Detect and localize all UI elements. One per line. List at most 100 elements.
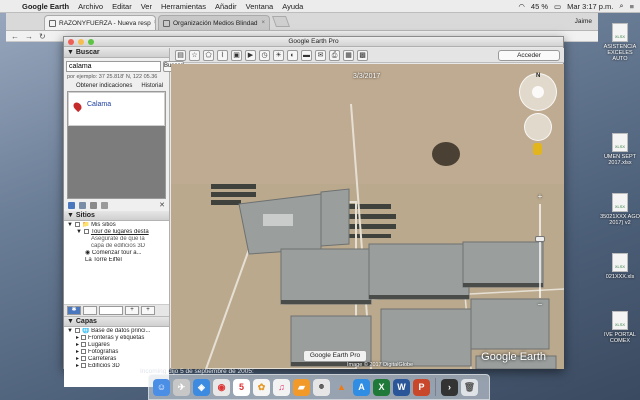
launchpad-icon[interactable]: ✈ — [173, 378, 190, 396]
browser-tab-razonyfuerza[interactable]: RAZONYFUERZA - Nueva resp × — [44, 15, 156, 30]
menu-herramientas[interactable]: Herramientas — [161, 2, 206, 11]
ge-toolbar: ▤ ☆ ⬠ ⌇ ▣ ▶ ◷ ☀ ◐ ▬ ✉ ⎙ ▦ ▩ Acceder — [171, 48, 564, 63]
layers-panel-header[interactable]: ▼ Capas — [64, 317, 169, 327]
tree-item-tour[interactable]: ▼ Tour de lugares desta — [67, 229, 166, 236]
zoom-in-icon[interactable]: + — [535, 192, 545, 202]
back-arrow-icon[interactable]: ← — [11, 32, 19, 41]
books-icon[interactable]: ▰ — [293, 378, 310, 396]
zoom-thumb[interactable] — [535, 236, 545, 242]
copy-icon[interactable] — [79, 201, 86, 209]
layer-places[interactable]: ▸ Lugares — [67, 342, 166, 349]
google-earth-pro-icon[interactable]: ◍ — [313, 378, 330, 396]
browser-tab-organizacion[interactable]: Organización Medios Blindad × — [158, 15, 270, 30]
get-directions-link[interactable]: Obtener indicaciones — [76, 83, 132, 89]
clear-results-icon[interactable]: ✕ — [159, 201, 165, 209]
tree-item-eiffel[interactable]: La Torre Eiffel — [67, 257, 166, 262]
desktop-file[interactable]: XLSX UMEN SEPT 2017.xlsx — [600, 133, 640, 166]
move-down-icon[interactable]: + — [141, 306, 155, 315]
photos-icon[interactable]: ✿ — [253, 378, 270, 396]
map-view[interactable]: 3/3/2017 Image © 2017 DigitalGlobe Googl… — [171, 64, 564, 369]
places-search-input[interactable] — [99, 306, 123, 315]
zoom-slider[interactable]: + − — [535, 192, 545, 310]
powerpoint-icon[interactable]: P — [413, 378, 430, 396]
itunes-icon[interactable]: ♫ — [273, 378, 290, 396]
save-image-icon[interactable]: ▦ — [343, 49, 354, 61]
excel-icon[interactable]: X — [373, 378, 390, 396]
browser-profile-name[interactable]: Jaime — [575, 18, 592, 25]
search-result-label[interactable]: Calama — [87, 101, 111, 108]
roof-detail — [263, 214, 293, 226]
add-placemark-icon[interactable]: ☆ — [189, 49, 200, 61]
zoom-track[interactable] — [539, 204, 541, 298]
folder-icon[interactable] — [68, 201, 75, 209]
print-results-icon[interactable] — [90, 201, 97, 209]
forward-arrow-icon[interactable]: → — [25, 32, 33, 41]
look-joystick[interactable]: N — [519, 73, 557, 111]
layer-primary-db[interactable]: ▼ 🌐 Base de datos princi... — [67, 328, 166, 335]
layer-borders[interactable]: ▸ Fronteras y etiquetas — [67, 335, 166, 342]
layer-photos[interactable]: ▸ Fotografías — [67, 349, 166, 356]
menu-anadir[interactable]: Añadir — [215, 2, 237, 11]
sidebar-toggle-icon[interactable]: ▤ — [175, 49, 186, 61]
search-input[interactable] — [66, 61, 161, 72]
view-in-maps-icon[interactable]: ▩ — [357, 49, 368, 61]
places-panel-header[interactable]: ▼ Sitios — [64, 211, 169, 221]
wifi-icon[interactable]: ◠ — [518, 2, 525, 11]
desktop-file[interactable]: XLSX 35021XXX AGO 2017) v2 — [600, 193, 640, 226]
trash-icon[interactable]: 🗑 — [461, 378, 478, 396]
eye-icon[interactable] — [532, 86, 544, 98]
spotlight-icon[interactable]: ⌕ — [619, 1, 623, 11]
export-icon[interactable] — [101, 201, 108, 209]
record-tour-icon[interactable]: ▶ — [245, 49, 256, 61]
finder-icon[interactable]: ☺ — [153, 378, 170, 396]
battery-level[interactable]: 45 % — [531, 2, 548, 11]
search-result-item[interactable]: Calama — [68, 92, 165, 126]
history-link[interactable]: Historial — [141, 83, 163, 89]
desktop-file[interactable]: XLSX IVE PORTAL COMEX — [600, 311, 640, 344]
chrome-icon[interactable]: ◉ — [213, 378, 230, 396]
menubar-clock[interactable]: Mar 3:17 p.m. — [567, 2, 613, 11]
menu-editar[interactable]: Editar — [112, 2, 132, 11]
safari-icon[interactable]: ◈ — [193, 378, 210, 396]
tree-item-my-places[interactable]: ▼ 📁 Mis sitios — [67, 222, 166, 229]
add-overlay-icon[interactable]: ▣ — [231, 49, 242, 61]
menu-ayuda[interactable]: Ayuda — [282, 2, 303, 11]
notification-center-icon[interactable]: ≡ — [630, 2, 634, 11]
menu-archivo[interactable]: Archivo — [78, 2, 103, 11]
move-up-icon[interactable]: + — [125, 306, 139, 315]
desktop-file[interactable]: XLSX ASISTENCIA EXCELES AUTO — [600, 23, 640, 62]
xlsx-file-icon: XLSX — [612, 253, 628, 272]
word-icon[interactable]: W — [393, 378, 410, 396]
terminal-icon[interactable]: › — [441, 378, 458, 396]
menubar-app-name[interactable]: Google Earth — [22, 2, 69, 11]
sunlight-icon[interactable]: ☀ — [273, 49, 284, 61]
ruler-icon[interactable]: ▬ — [301, 49, 312, 61]
layer-toggle-icon[interactable] — [83, 306, 97, 315]
layer-roads[interactable]: ▸ Carreteras — [67, 356, 166, 363]
email-icon[interactable]: ✉ — [315, 49, 326, 61]
view-toggle-icon[interactable]: ✱ — [67, 306, 81, 315]
close-tab-icon[interactable]: × — [151, 20, 155, 26]
close-tab-icon[interactable]: × — [258, 20, 265, 26]
add-path-icon[interactable]: ⌇ — [217, 49, 228, 61]
print-icon[interactable]: ⎙ — [329, 49, 340, 61]
battery-icon[interactable]: ▭ — [554, 2, 561, 11]
desktop-file[interactable]: XLSX 021XXX.xls — [600, 253, 640, 280]
historical-imagery-icon[interactable]: ◷ — [259, 49, 270, 61]
menu-ventana[interactable]: Ventana — [246, 2, 274, 11]
reload-icon[interactable]: ↻ — [39, 32, 46, 41]
vlc-icon[interactable]: ▲ — [333, 379, 350, 396]
tab-title: RAZONYFUERZA - Nueva resp — [59, 19, 151, 27]
new-tab-button[interactable] — [271, 16, 291, 27]
app-store-icon[interactable]: A — [353, 378, 370, 396]
add-polygon-icon[interactable]: ⬠ — [203, 49, 214, 61]
menu-ver[interactable]: Ver — [141, 2, 152, 11]
planets-icon[interactable]: ◐ — [287, 49, 298, 61]
calendar-icon[interactable]: 5 — [233, 378, 250, 396]
sign-in-button[interactable]: Acceder — [498, 49, 560, 61]
tree-item-start-tour[interactable]: ◉ Comenzar tour a... — [67, 250, 166, 257]
street-view-pegman-icon[interactable] — [533, 143, 542, 155]
move-joystick[interactable] — [524, 113, 552, 141]
search-panel-header[interactable]: ▼ Buscar — [64, 48, 169, 58]
zoom-out-icon[interactable]: − — [535, 300, 545, 310]
